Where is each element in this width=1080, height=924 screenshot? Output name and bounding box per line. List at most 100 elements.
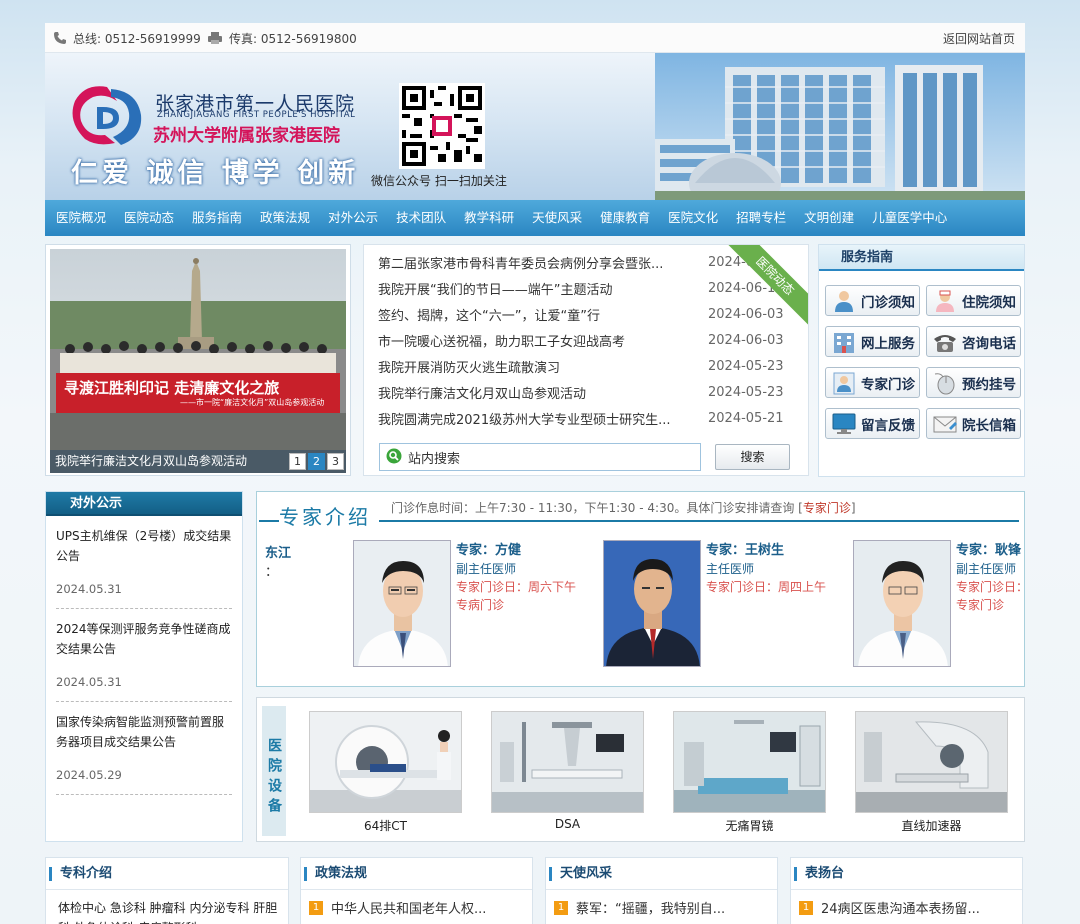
nav-item[interactable]: 天使风采: [523, 200, 591, 236]
equipment-caption[interactable]: 64排CT: [309, 817, 462, 834]
news-item[interactable]: 签约、揭牌，这个“六一”，让爱“童”行 2024-06-03: [378, 301, 808, 327]
nav-item[interactable]: 技术团队: [387, 200, 455, 236]
news-title[interactable]: 我院圆满完成2021级苏州大学专业型硕士研究生...: [378, 409, 704, 428]
department-list[interactable]: 体检中心 急诊科 肿瘤科 内分泌专科 肝胆科 外急体诊科 疼痛整形科: [46, 890, 288, 924]
nav-item[interactable]: 政策法规: [251, 200, 319, 236]
equipment-item[interactable]: 64排CT: [309, 711, 462, 834]
top-bar: 总线: 0512-56919999 传真: 0512-56919800 返回网站…: [45, 23, 1025, 53]
hospital-building-image: [655, 53, 1025, 201]
nav-item[interactable]: 健康教育: [591, 200, 659, 236]
notice-title[interactable]: 国家传染病智能监测预警前置服务器项目成交结果公告: [56, 712, 232, 752]
partial-colon: ：: [265, 565, 279, 580]
notice-item[interactable]: UPS主机维保（2号楼）成交结果公告 2024.05.31: [56, 526, 232, 609]
mail-icon: [931, 412, 959, 436]
nav-item[interactable]: 医院动态: [115, 200, 183, 236]
search-button[interactable]: 搜索: [715, 444, 790, 470]
equipment-item[interactable]: DSA: [491, 711, 644, 831]
inpatient-notice-button[interactable]: 住院须知: [926, 285, 1021, 316]
equipment-caption[interactable]: 无痛胃镜: [673, 817, 826, 834]
expert-partial-name[interactable]: 东江 ：: [265, 542, 291, 580]
appointment-label: 预约挂号: [962, 376, 1016, 393]
angel-item[interactable]: 1 蔡军：“摇疆，我特别自...: [546, 890, 777, 917]
news-title[interactable]: 签约、揭牌，这个“六一”，让爱“童”行: [378, 305, 704, 324]
nav-item[interactable]: 儿童医学中心: [863, 200, 956, 236]
nav-item[interactable]: 对外公示: [319, 200, 387, 236]
home-link[interactable]: 返回网站首页: [943, 30, 1015, 47]
news-title[interactable]: 第二届张家港市骨科青年委员会病例分享会暨张...: [378, 253, 704, 272]
expert-card[interactable]: 专家：王树生 主任医师 专家门诊日：周四上午: [603, 540, 843, 670]
notice-title[interactable]: 2024等保测评服务竞争性磋商成交结果公告: [56, 619, 232, 659]
praise-item[interactable]: 1 24病区医患沟通本表扬留...: [791, 890, 1022, 917]
expert-photo[interactable]: [603, 540, 701, 667]
news-item[interactable]: 我院开展消防灭火逃生疏散演习 2024-05-23: [378, 353, 808, 379]
feedback-button[interactable]: 留言反馈: [825, 408, 920, 439]
nav-item[interactable]: 医院文化: [659, 200, 727, 236]
expert-card[interactable]: 专家：方健 副主任医师 专家门诊日：周六下午 专病门诊: [353, 540, 593, 670]
nav-item[interactable]: 医院概况: [47, 200, 115, 236]
online-service-button[interactable]: 网上服务: [825, 326, 920, 357]
consult-phone-button[interactable]: 咨询电话: [926, 326, 1021, 357]
consult-phone-label: 咨询电话: [962, 335, 1016, 352]
clinic-hours: 门诊作息时间：上午7:30 - 11:30，下午1:30 - 4:30。具体门诊…: [391, 499, 856, 516]
news-title[interactable]: 市一院暖心送祝福，助力职工子女迎战高考: [378, 331, 704, 350]
news-title[interactable]: 我院开展“我们的节日——端午”主题活动: [378, 279, 704, 298]
director-mailbox-button[interactable]: 院长信箱: [926, 408, 1021, 439]
equipment-photo-linac[interactable]: [855, 711, 1008, 813]
slideshow-image[interactable]: 寻渡江胜利印记 走清廉文化之旅 ——市一院“廉洁文化月”双山岛参观活动: [50, 249, 346, 451]
expert-clinic-type: 专家门诊: [956, 598, 1005, 612]
expert-photo[interactable]: [853, 540, 951, 667]
expert-name[interactable]: 专家：耿锋: [956, 542, 1028, 560]
news-item[interactable]: 我院圆满完成2021级苏州大学专业型硕士研究生... 2024-05-21: [378, 405, 808, 431]
expert-clinic-link[interactable]: 专家门诊: [803, 501, 851, 515]
expert-title: 副主任医师: [956, 562, 1017, 576]
equipment-photo-endoscope[interactable]: [673, 711, 826, 813]
news-item[interactable]: 我院举行廉洁文化月双山岛参观活动 2024-05-23: [378, 379, 808, 405]
outpatient-notice-button[interactable]: 门诊须知: [825, 285, 920, 316]
policy-item[interactable]: 1 中华人民共和国老年人权...: [301, 890, 532, 917]
policy-item-text[interactable]: 中华人民共和国老年人权...: [331, 898, 486, 917]
slideshow-banner-text: 寻渡江胜利印记 走清廉文化之旅: [64, 379, 280, 397]
news-item[interactable]: 我院开展“我们的节日——端午”主题活动 2024-06-11: [378, 275, 808, 301]
equipment-photo-ct[interactable]: [309, 711, 462, 813]
nav-item[interactable]: 文明创建: [795, 200, 863, 236]
expert-photo[interactable]: [353, 540, 451, 667]
equipment-caption[interactable]: DSA: [491, 817, 644, 831]
news-date: 2024-06-03: [708, 332, 784, 348]
slideshow-page-2[interactable]: 2: [308, 453, 325, 470]
expert-title: 主任医师: [706, 562, 755, 576]
news-title[interactable]: 我院举行廉洁文化月双山岛参观活动: [378, 383, 704, 402]
praise-item-text[interactable]: 24病区医患沟通本表扬留...: [821, 898, 980, 917]
slideshow-page-1[interactable]: 1: [289, 453, 306, 470]
news-slideshow[interactable]: 寻渡江胜利印记 走清廉文化之旅 ——市一院“廉洁文化月”双山岛参观活动 我院举行…: [45, 244, 351, 476]
equipment-item[interactable]: 无痛胃镜: [673, 711, 826, 834]
notice-item[interactable]: 2024等保测评服务竞争性磋商成交结果公告 2024.05.31: [56, 619, 232, 702]
notice-item[interactable]: 国家传染病智能监测预警前置服务器项目成交结果公告 2024.05.29: [56, 712, 232, 795]
hospital-logo: [67, 79, 147, 149]
rank-1-icon: 1: [309, 900, 323, 915]
news-item[interactable]: 市一院暖心送祝福，助力职工子女迎战高考 2024-06-03: [378, 327, 808, 353]
expert-clinic-button[interactable]: 专家门诊: [825, 367, 920, 398]
slideshow-pagination: 1 2 3: [287, 453, 344, 470]
appointment-button[interactable]: 预约挂号: [926, 367, 1021, 398]
praise-box: 表扬台 1 24病区医患沟通本表扬留...: [790, 857, 1023, 924]
equipment-caption[interactable]: 直线加速器: [855, 817, 1008, 834]
expert-card[interactable]: 专家：耿锋 副主任医师 专家门诊日： 专家门诊: [853, 540, 1080, 670]
equipment-photo-dsa[interactable]: [491, 711, 644, 813]
policy-title: 政策法规: [301, 858, 532, 890]
equipment-label: 医院设备: [262, 706, 286, 836]
expert-name[interactable]: 专家：王树生: [706, 542, 826, 560]
news-title[interactable]: 我院开展消防灭火逃生疏散演习: [378, 357, 704, 376]
slideshow-page-3[interactable]: 3: [327, 453, 344, 470]
nav-item[interactable]: 招聘专栏: [727, 200, 795, 236]
hospital-name-en: ZHANGJIAGANG FIRST PEOPLE'S HOSPITAL: [157, 110, 356, 120]
nav-item[interactable]: 服务指南: [183, 200, 251, 236]
news-date: 2024-06-03: [708, 306, 784, 322]
site-search-input[interactable]: [408, 449, 688, 465]
equipment-item[interactable]: 直线加速器: [855, 711, 1008, 834]
angel-item-text[interactable]: 蔡军：“摇疆，我特别自...: [576, 898, 725, 917]
nav-item[interactable]: 教学科研: [455, 200, 523, 236]
notice-title[interactable]: UPS主机维保（2号楼）成交结果公告: [56, 526, 232, 566]
rank-1-icon: 1: [554, 900, 568, 915]
expert-clinic-label: 专家门诊: [861, 376, 915, 393]
expert-name[interactable]: 专家：方健: [456, 542, 576, 560]
